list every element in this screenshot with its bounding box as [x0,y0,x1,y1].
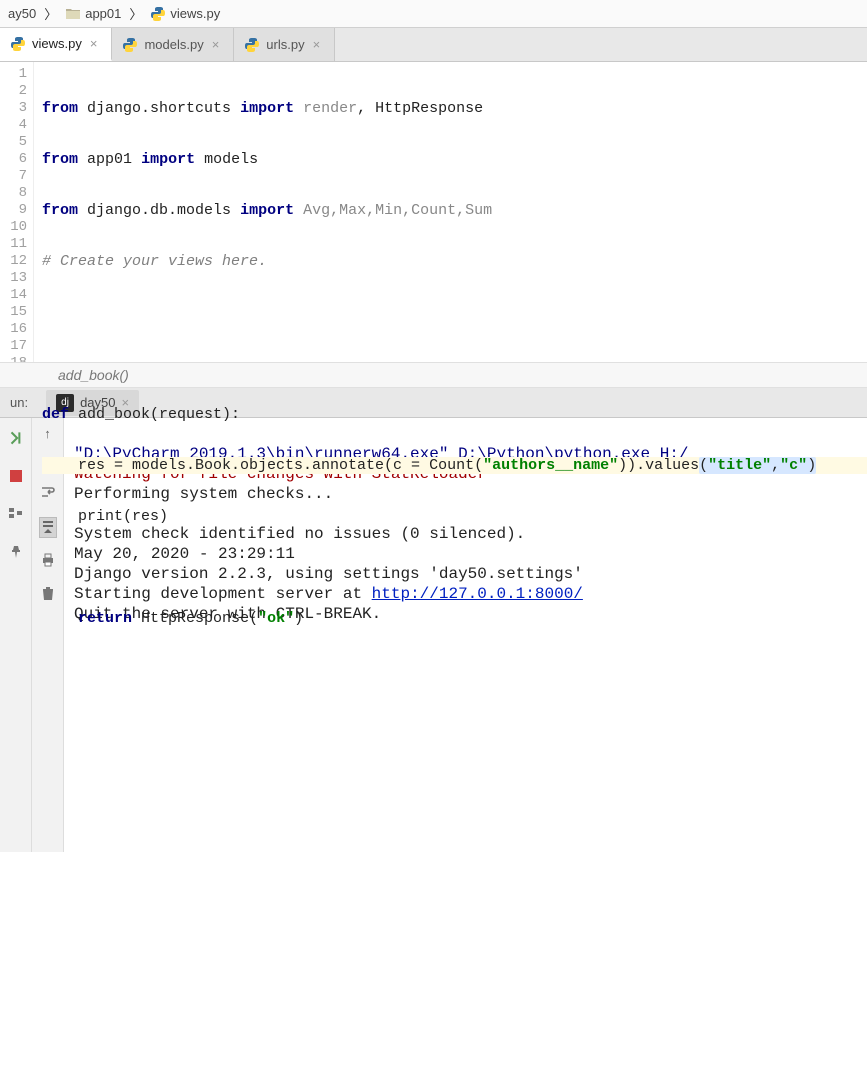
line-number: 10 [0,219,27,236]
current-line: res = models.Book.objects.annotate(c = C… [42,457,867,474]
stop-button[interactable] [4,464,28,488]
line-number: 14 [0,287,27,304]
line-gutter: 12345678910111213141516171819 [0,62,34,362]
layout-button[interactable] [4,502,28,526]
breadcrumb-item-project[interactable]: ay50 [4,6,40,21]
line-number: 17 [0,338,27,355]
tab-models[interactable]: models.py × [112,28,234,61]
chevron-right-icon: 〉 [129,4,142,23]
breadcrumb-item-file[interactable]: views.py [146,6,224,22]
run-label: un: [4,395,34,410]
python-file-icon [150,6,166,22]
code-editor[interactable]: 12345678910111213141516171819 from djang… [0,62,867,362]
tab-label: views.py [32,36,82,51]
close-icon[interactable]: × [313,37,321,52]
code-area[interactable]: from django.shortcuts import render, Htt… [34,62,867,362]
line-number: 9 [0,202,27,219]
line-number: 16 [0,321,27,338]
line-number: 5 [0,134,27,151]
rerun-button[interactable] [4,426,28,450]
breadcrumb-label: app01 [85,6,121,21]
line-number: 7 [0,168,27,185]
line-number: 4 [0,117,27,134]
line-number: 6 [0,151,27,168]
breadcrumb-item-app[interactable]: app01 [61,6,125,22]
python-file-icon [122,37,138,53]
line-number: 15 [0,304,27,321]
line-number: 11 [0,236,27,253]
folder-icon [65,6,81,22]
breadcrumb-label: views.py [170,6,220,21]
tab-label: models.py [144,37,203,52]
line-number: 8 [0,185,27,202]
pin-button[interactable] [4,540,28,564]
tab-label: urls.py [266,37,304,52]
editor-tabs: views.py × models.py × urls.py × [0,28,867,62]
line-number: 12 [0,253,27,270]
line-number: 13 [0,270,27,287]
tab-views[interactable]: views.py × [0,28,112,61]
chevron-right-icon: 〉 [44,4,57,23]
close-icon[interactable]: × [90,36,98,51]
line-number: 3 [0,100,27,117]
line-number: 2 [0,83,27,100]
line-number: 1 [0,66,27,83]
python-file-icon [10,36,26,52]
close-icon[interactable]: × [212,37,220,52]
run-toolbar-left [0,418,32,852]
python-file-icon [244,37,260,53]
breadcrumb-label: ay50 [8,6,36,21]
breadcrumb-bar: ay50 〉 app01 〉 views.py [0,0,867,28]
tab-urls[interactable]: urls.py × [234,28,335,61]
